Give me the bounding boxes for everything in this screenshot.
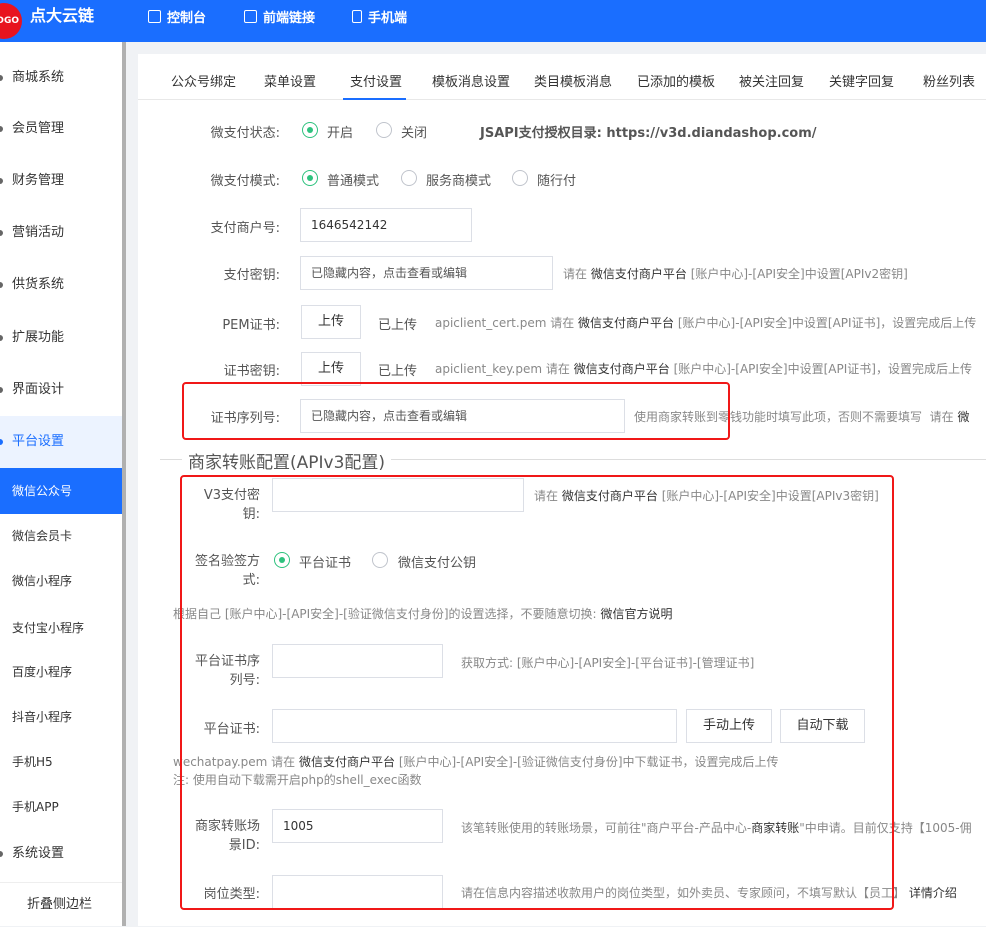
dot-icon: [0, 75, 3, 81]
nav-frontend-links[interactable]: 前端链接: [244, 7, 315, 26]
tab-follow-reply[interactable]: 被关注回复: [739, 71, 804, 90]
pay-key-label: 支付密钥:: [223, 268, 280, 283]
sidebar-item-supply[interactable]: 供货系统: [0, 267, 122, 303]
highlight-box-cert-serial: [182, 382, 730, 440]
tab-template-message[interactable]: 模板消息设置: [432, 71, 510, 90]
dot-icon: [0, 335, 3, 341]
merchant-no-input[interactable]: 1646542142: [300, 208, 472, 242]
mode-follow-label[interactable]: 随行付: [537, 170, 576, 189]
tab-payment-settings[interactable]: 支付设置: [350, 71, 402, 90]
dot-icon: [0, 282, 3, 288]
dot-icon: [0, 439, 3, 445]
cert-key-uploaded-status: 已上传: [378, 364, 418, 379]
details-link[interactable]: 详情介绍: [909, 886, 957, 900]
cert-key-label: 证书密钥:: [223, 364, 280, 379]
sidebar-subitem-baidu-miniprogram[interactable]: 百度小程序: [0, 654, 122, 690]
top-bar: OGO 点大云链 控制台 前端链接 手机端: [0, 0, 986, 42]
logo: OGO: [0, 3, 22, 39]
fold-icon: [0, 901, 4, 909]
highlight-box-v3-config: [180, 475, 894, 910]
dot-icon: [0, 851, 3, 857]
sidebar-subitem-mobile-app[interactable]: 手机APP: [0, 789, 122, 825]
wxpay-status-on-radio[interactable]: [302, 122, 318, 138]
sidebar-item-system-settings[interactable]: 系统设置: [0, 836, 122, 872]
active-tab-indicator: [343, 98, 406, 100]
wxpay-status-off-radio[interactable]: [376, 122, 392, 138]
tab-category-template[interactable]: 类目模板消息: [534, 71, 612, 90]
sidebar-subitem-wechat-miniprogram[interactable]: 微信小程序: [0, 563, 122, 599]
mode-service-label[interactable]: 服务商模式: [426, 170, 491, 189]
nav-mobile[interactable]: 手机端: [352, 7, 407, 26]
wxpay-status-on-label[interactable]: 开启: [327, 122, 353, 141]
cert-key-hint: apiclient_key.pem 请在 微信支付商户平台 [账户中心]-[AP…: [435, 362, 972, 376]
tab-bar: 公众号绑定 菜单设置 支付设置 模板消息设置 类目模板消息 已添加的模板 被关注…: [138, 54, 986, 100]
pem-label: PEM证书:: [222, 318, 280, 333]
sidebar-item-marketing[interactable]: 营销活动: [0, 215, 122, 251]
mode-service-radio[interactable]: [401, 170, 417, 186]
jsapi-directory: JSAPI支付授权目录: https://v3d.diandashop.com/: [480, 126, 817, 141]
sidebar-subitem-alipay-miniprogram[interactable]: 支付宝小程序: [0, 610, 122, 646]
cert-key-upload-button[interactable]: 上传: [301, 352, 361, 386]
sidebar-subitem-wechat-official[interactable]: 微信公众号: [0, 468, 122, 514]
sidebar: 商城系统 会员管理 财务管理 营销活动 供货系统 扩展功能 界面设计 平台设置 …: [0, 42, 122, 926]
tab-added-templates[interactable]: 已添加的模板: [637, 71, 715, 90]
mobile-icon: [352, 10, 362, 23]
pem-uploaded-status: 已上传: [378, 318, 418, 333]
sidebar-item-finance[interactable]: 财务管理: [0, 163, 122, 199]
merchant-no-label: 支付商户号:: [210, 221, 280, 236]
sidebar-item-extensions[interactable]: 扩展功能: [0, 320, 122, 356]
sidebar-scrollbar[interactable]: [122, 42, 126, 926]
sidebar-subitem-mobile-h5[interactable]: 手机H5: [0, 744, 122, 780]
sidebar-subitem-wechat-card[interactable]: 微信会员卡: [0, 518, 122, 554]
app-title: 点大云链: [30, 6, 95, 25]
dashboard-icon: [148, 10, 161, 23]
dot-icon: [0, 230, 3, 236]
sidebar-item-mall[interactable]: 商城系统: [0, 60, 122, 96]
link-icon: [244, 10, 257, 23]
pay-key-hint: 请在 微信支付商户平台 [账户中心]-[API安全]中设置[APIv2密钥]: [563, 267, 908, 281]
tab-keyword-reply[interactable]: 关键字回复: [829, 71, 894, 90]
sidebar-item-platform-settings[interactable]: 平台设置: [0, 416, 122, 468]
wxpay-mode-label: 微支付模式:: [210, 174, 280, 189]
dot-icon: [0, 387, 3, 393]
mode-follow-radio[interactable]: [512, 170, 528, 186]
tab-menu-settings[interactable]: 菜单设置: [264, 71, 316, 90]
pay-key-input[interactable]: 已隐藏内容，点击查看或编辑: [300, 256, 553, 290]
wxpay-status-off-label[interactable]: 关闭: [401, 122, 427, 141]
sidebar-subitem-douyin-miniprogram[interactable]: 抖音小程序: [0, 699, 122, 735]
wxpay-status-label: 微支付状态:: [210, 126, 280, 141]
nav-dashboard[interactable]: 控制台: [148, 7, 206, 26]
mode-normal-radio[interactable]: [302, 170, 318, 186]
sidebar-item-members[interactable]: 会员管理: [0, 111, 122, 147]
dot-icon: [0, 126, 3, 132]
fold-sidebar-button[interactable]: 折叠侧边栏: [0, 882, 122, 926]
pem-upload-button[interactable]: 上传: [301, 305, 361, 339]
dot-icon: [0, 178, 3, 184]
sidebar-item-ui-design[interactable]: 界面设计: [0, 372, 122, 408]
pem-hint: apiclient_cert.pem 请在 微信支付商户平台 [账户中心]-[A…: [435, 316, 977, 330]
tab-account-binding[interactable]: 公众号绑定: [171, 71, 236, 90]
tab-fans-list[interactable]: 粉丝列表: [923, 71, 975, 90]
mode-normal-label[interactable]: 普通模式: [327, 170, 379, 189]
v3-legend: 商家转账配置(APIv3配置): [182, 448, 392, 473]
